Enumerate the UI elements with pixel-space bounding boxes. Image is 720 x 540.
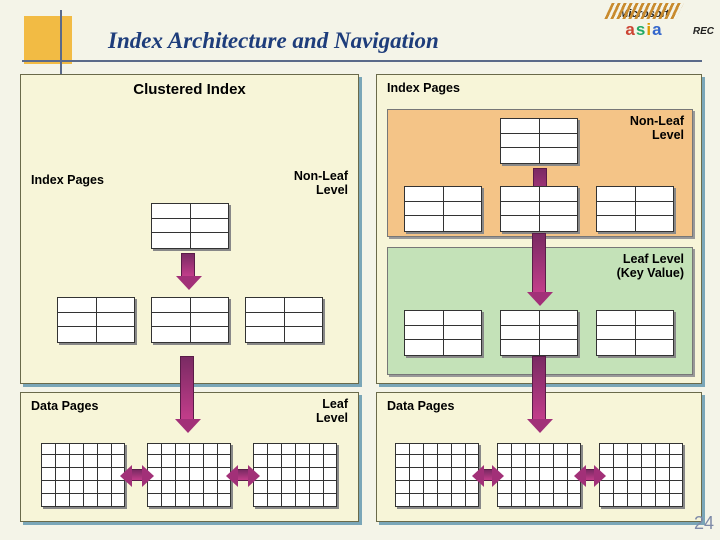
arrow-down-icon bbox=[532, 233, 546, 293]
label-nonleaf-left: Non-Leaf Level bbox=[294, 169, 348, 197]
data-page bbox=[253, 443, 337, 507]
panel-clustered: Clustered Index Index Pages Non-Leaf Lev… bbox=[20, 74, 359, 384]
panel-nonclustered: Index Pages Non-Leaf Level Leaf Level (K… bbox=[376, 74, 702, 384]
arrow-down-icon bbox=[181, 253, 195, 277]
data-page bbox=[497, 443, 581, 507]
data-page bbox=[41, 443, 125, 507]
label-index-pages-right: Index Pages bbox=[387, 81, 460, 95]
logo-text-bottom: asia bbox=[608, 20, 680, 40]
clustered-heading: Clustered Index bbox=[21, 81, 358, 98]
mini-table bbox=[404, 186, 482, 232]
accent-block bbox=[24, 16, 72, 64]
mini-table bbox=[404, 310, 482, 356]
harrow-icon bbox=[131, 469, 143, 481]
rec-label: REC bbox=[693, 26, 714, 37]
data-page bbox=[599, 443, 683, 507]
data-page bbox=[395, 443, 479, 507]
harrow-icon bbox=[237, 469, 249, 481]
mini-table bbox=[57, 297, 135, 343]
label-index-pages-left: Index Pages bbox=[31, 173, 104, 187]
arrow-down-icon bbox=[532, 356, 546, 420]
data-page bbox=[147, 443, 231, 507]
nonleaf-box: Non-Leaf Level bbox=[387, 109, 693, 237]
harrow-icon bbox=[483, 469, 493, 481]
label-leaf-right: Leaf Level (Key Value) bbox=[617, 252, 684, 280]
title-underline bbox=[22, 60, 702, 62]
harrow-icon bbox=[585, 469, 595, 481]
arrow-down-icon bbox=[180, 356, 194, 420]
mini-table bbox=[151, 203, 229, 249]
mini-table bbox=[596, 186, 674, 232]
mini-table bbox=[500, 310, 578, 356]
mini-table bbox=[245, 297, 323, 343]
label-nonleaf-right: Non-Leaf Level bbox=[630, 114, 684, 142]
mini-table bbox=[151, 297, 229, 343]
mini-table bbox=[596, 310, 674, 356]
slide-title: Index Architecture and Navigation bbox=[108, 28, 439, 54]
mini-table bbox=[500, 118, 578, 164]
logo: Microsoft asia bbox=[608, 8, 680, 40]
label-data-pages-left: Data Pages bbox=[31, 399, 98, 413]
page-number: 24 bbox=[694, 513, 714, 534]
mini-table bbox=[500, 186, 578, 232]
label-leaf-level: Leaf Level bbox=[316, 397, 348, 425]
label-data-pages-right: Data Pages bbox=[387, 399, 454, 413]
